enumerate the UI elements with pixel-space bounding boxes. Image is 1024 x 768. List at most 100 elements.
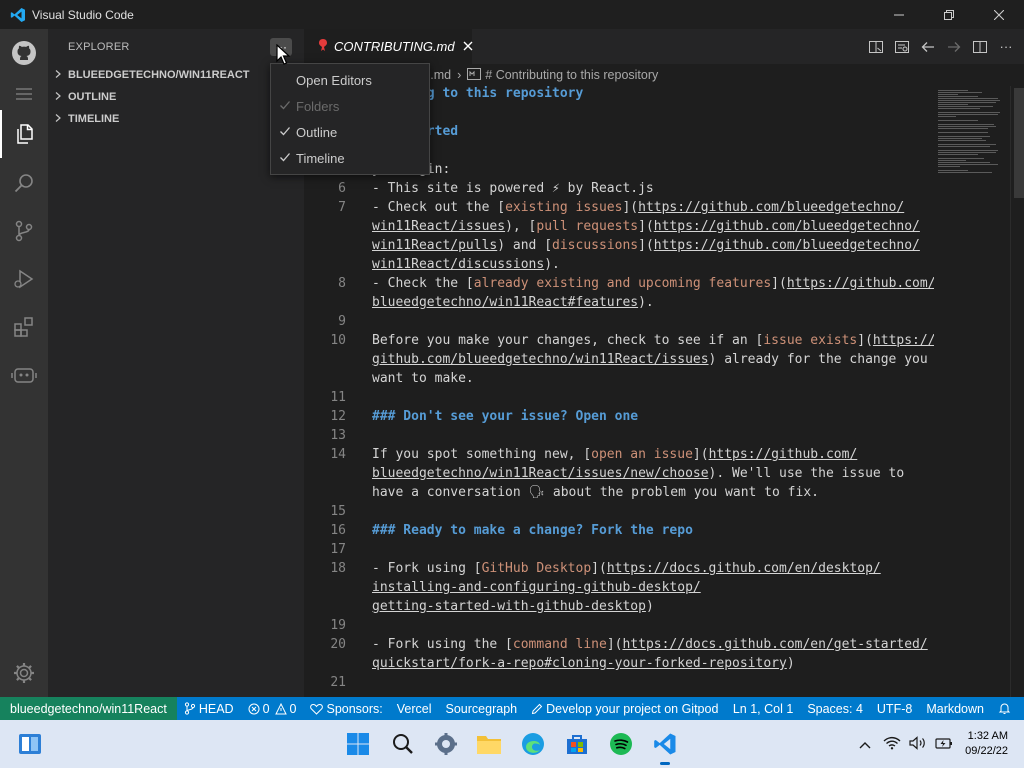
menu-item-label: Folders (296, 98, 340, 114)
warning-icon (274, 702, 287, 714)
line-number: 11 (330, 390, 346, 405)
split-editor-icon[interactable] (970, 37, 990, 57)
extensions-icon[interactable] (0, 303, 48, 351)
minimap-line (938, 114, 998, 115)
encoding[interactable]: UTF-8 (870, 702, 919, 716)
activity-bar (0, 29, 48, 697)
source-control-icon[interactable] (0, 207, 48, 255)
symbol-string-icon (467, 67, 482, 83)
section-timeline-label: TIMELINE (68, 113, 120, 125)
vscode-taskbar-icon[interactable] (649, 728, 681, 765)
code-line: quickstart/fork-a-repo#cloning-your-fork… (372, 656, 795, 671)
search-icon[interactable] (0, 159, 48, 207)
mouse-cursor-icon (276, 44, 290, 65)
code-line: If you spot something new, [open an issu… (372, 447, 858, 462)
settings-gear-icon[interactable] (0, 649, 48, 697)
problems-indicator[interactable]: 0 0 (241, 702, 304, 716)
menu-item-label: Outline (296, 124, 338, 140)
git-branch-icon (184, 702, 195, 715)
file-explorer-icon[interactable] (473, 728, 505, 760)
edge-browser-icon[interactable] (517, 728, 549, 760)
code-editor[interactable]: ributing to this repository ing started … (304, 86, 934, 697)
check-icon (280, 127, 290, 136)
minimap-line (938, 164, 998, 165)
go-forward-icon[interactable] (944, 37, 964, 57)
views-context-menu: Open Editors Folders Outline Timeline (270, 63, 430, 175)
scrollbar-thumb[interactable] (1014, 88, 1024, 198)
sourcegraph-item[interactable]: Sourcegraph (439, 702, 525, 716)
heart-icon (310, 703, 324, 715)
pencil-icon (531, 703, 543, 714)
windows-taskbar: 1:32 AM 09/22/22 (0, 720, 1024, 768)
section-repo[interactable]: BLUEEDGETECHNO/WIN11REACT (48, 64, 304, 86)
minimize-button[interactable] (874, 0, 924, 29)
clock[interactable]: 1:32 AM 09/22/22 (957, 729, 1024, 759)
error-icon (248, 703, 260, 714)
section-outline-label: OUTLINE (68, 91, 117, 103)
sponsors-item[interactable]: Sponsors: (303, 702, 389, 716)
widgets-icon[interactable] (14, 728, 46, 760)
microsoft-store-icon[interactable] (561, 728, 593, 760)
minimap[interactable] (934, 86, 1010, 697)
minimap-line (938, 132, 988, 133)
volume-icon[interactable] (905, 735, 931, 753)
cursor-position[interactable]: Ln 1, Col 1 (726, 702, 800, 716)
minimap-line (938, 172, 992, 173)
code-line: win11React/pulls) and [discussions](http… (372, 238, 920, 253)
menu-item-outline[interactable]: Outline (271, 119, 429, 145)
remote-explorer-icon[interactable] (0, 351, 48, 399)
explorer-sidebar: EXPLORER ··· BLUEEDGETECHNO/WIN11REACT O… (48, 29, 304, 697)
go-back-icon[interactable] (918, 37, 938, 57)
restore-button[interactable] (924, 0, 974, 29)
run-debug-icon[interactable] (0, 255, 48, 303)
minimap-line (938, 90, 968, 91)
remote-repo-indicator[interactable]: blueedgetechno/win11React (0, 697, 177, 720)
minimap-line (938, 152, 996, 153)
gitpod-item[interactable]: Develop your project on Gitpod (524, 702, 725, 716)
minimap-line (938, 170, 968, 171)
branch-indicator[interactable]: HEAD (177, 702, 241, 716)
vercel-item[interactable]: Vercel (390, 702, 439, 716)
code-line: getting-started-with-github-desktop) (372, 599, 654, 614)
notifications-bell-icon[interactable] (991, 702, 1024, 715)
line-number: 20 (330, 637, 346, 652)
line-number: 16 (330, 523, 346, 538)
indentation[interactable]: Spaces: 4 (800, 702, 870, 716)
breadcrumb-symbol[interactable]: # Contributing to this repository (485, 68, 658, 82)
menu-item-timeline[interactable]: Timeline (271, 145, 429, 171)
language-mode[interactable]: Markdown (919, 702, 991, 716)
open-changes-icon[interactable] (892, 37, 912, 57)
code-line: ### Ready to make a change? Fork the rep… (372, 523, 693, 538)
explorer-icon[interactable] (0, 110, 48, 158)
minimap-line (938, 138, 982, 139)
battery-charging-icon[interactable] (931, 736, 957, 753)
section-outline[interactable]: OUTLINE (48, 86, 304, 108)
explorer-header: EXPLORER (68, 40, 130, 53)
code-line: installing-and-configuring-github-deskto… (372, 580, 701, 595)
menu-item-open-editors[interactable]: Open Editors (271, 67, 429, 93)
minimap-line (938, 124, 994, 125)
minimap-line (938, 158, 984, 159)
editor-scrollbar[interactable] (1010, 86, 1024, 697)
tab-close-icon[interactable] (463, 38, 473, 55)
status-bar: blueedgetechno/win11React HEAD 0 0 Spons… (0, 697, 1024, 720)
open-preview-icon[interactable] (866, 37, 886, 57)
section-timeline[interactable]: TIMELINE (48, 108, 304, 130)
tab-contributing-md[interactable]: CONTRIBUTING.md (304, 29, 473, 64)
title-bar: Visual Studio Code (0, 0, 1024, 29)
more-editor-actions-icon[interactable]: ··· (996, 37, 1016, 57)
line-number: 18 (330, 561, 346, 576)
close-button[interactable] (974, 0, 1024, 29)
spotify-icon[interactable] (605, 728, 637, 760)
menu-item-folders: Folders (271, 93, 429, 119)
breadcrumb-separator: › (457, 68, 462, 82)
chevron-right-icon (54, 91, 68, 103)
settings-app-icon[interactable] (430, 728, 462, 760)
minimap-line (938, 136, 990, 137)
minimap-line (938, 108, 980, 109)
taskbar-search-icon[interactable] (387, 728, 419, 760)
chevron-up-icon[interactable] (851, 737, 879, 752)
start-windows-icon[interactable] (342, 728, 374, 760)
minimap-line (938, 140, 986, 141)
wifi-icon[interactable] (879, 736, 905, 753)
